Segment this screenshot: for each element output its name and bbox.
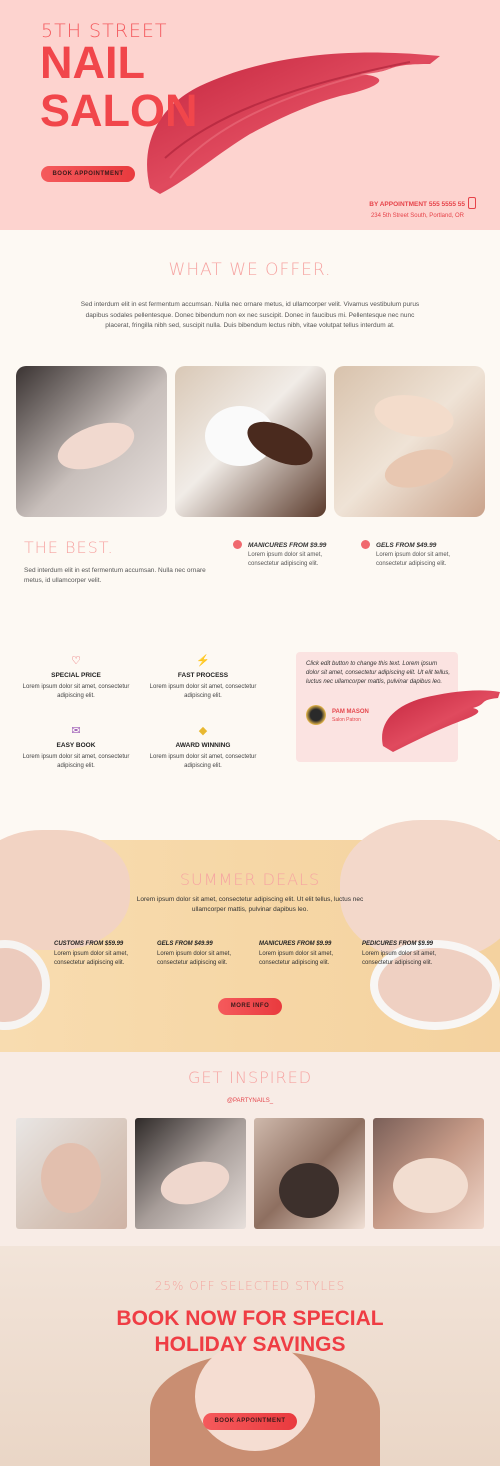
feature-easy-book: ✉ EASY BOOK Lorem ipsum dolor sit amet, … <box>16 724 136 771</box>
heart-icon: ♡ <box>71 655 81 667</box>
testimonial-role: Salon Patron <box>332 717 361 723</box>
feature-title: AWARD WINNING <box>175 742 231 749</box>
feature-title: FAST PROCESS <box>177 672 229 679</box>
instagram-photo[interactable] <box>254 1118 365 1229</box>
feature-special-price: ♡ SPECIAL PRICE Lorem ipsum dolor sit am… <box>16 654 136 701</box>
feature-text: Lorem ipsum dolor sit amet, consectetur … <box>149 684 257 699</box>
manicure-photo-2 <box>175 366 326 517</box>
feature-text: Lorem ipsum dolor sit amet, consectetur … <box>22 684 130 699</box>
instagram-photo[interactable] <box>373 1118 484 1229</box>
best-item-title: MANICURES FROM $9.99 <box>248 542 327 549</box>
envelope-icon: ✉ <box>71 725 81 737</box>
deal-title: MANICURES FROM $9.99 <box>259 941 332 947</box>
deal-title: GELS FROM $49.99 <box>157 941 213 947</box>
inspired-heading: GET INSPIRED <box>187 1068 313 1087</box>
best-item-title: GELS FROM $49.99 <box>376 542 437 549</box>
deal-manicures: MANICURES FROM $9.99 Lorem ipsum dolor s… <box>259 941 354 968</box>
deal-title: PEDICURES FROM $9.99 <box>362 941 434 947</box>
manicure-photo-1 <box>16 366 167 517</box>
deal-text: Lorem ipsum dolor sit amet, consectetur … <box>157 951 232 966</box>
more-info-button[interactable]: MORE INFO <box>218 998 282 1015</box>
diamond-icon: ◆ <box>198 725 208 737</box>
instagram-handle-link[interactable]: @PARTYNAILS_ <box>0 1098 500 1104</box>
feature-fast-process: ⚡ FAST PROCESS Lorem ipsum dolor sit ame… <box>143 654 263 701</box>
deal-pedicures: PEDICURES FROM $9.99 Lorem ipsum dolor s… <box>362 941 457 968</box>
offer-description: Sed interdum elit in est fermentum accum… <box>80 301 420 329</box>
book-appointment-button[interactable]: BOOK APPOINTMENT <box>41 166 135 182</box>
bullet-icon <box>233 540 242 549</box>
deal-text: Lorem ipsum dolor sit amet, consectetur … <box>362 951 437 966</box>
phone-icon <box>468 197 476 209</box>
summer-heading: SUMMER DEALS <box>179 870 321 889</box>
brush-stroke-graphic <box>382 690 500 752</box>
feature-title: SPECIAL PRICE <box>51 672 101 679</box>
hero-title-line2: SALON <box>40 85 198 136</box>
instagram-photo[interactable] <box>16 1118 127 1229</box>
instagram-photo[interactable] <box>135 1118 246 1229</box>
hero-section: 5TH STREET NAIL SALON BOOK APPOINTMENT B… <box>0 0 500 230</box>
deal-text: Lorem ipsum dolor sit amet, consectetur … <box>54 951 129 966</box>
feature-title: EASY BOOK <box>56 742 96 749</box>
book-appointment-button-bottom[interactable]: BOOK APPOINTMENT <box>203 1413 297 1430</box>
testimonial-name: PAM MASON <box>332 709 369 715</box>
best-description: Sed interdum elit in est fermentum accum… <box>24 567 206 584</box>
booking-title: BOOK NOW FOR SPECIAL HOLIDAY SAVINGS <box>116 1307 384 1356</box>
deal-gels: GELS FROM $49.99 Lorem ipsum dolor sit a… <box>157 941 252 968</box>
feature-text: Lorem ipsum dolor sit amet, consectetur … <box>149 754 257 769</box>
booking-subtitle: 25% OFF SELECTED STYLES <box>154 1279 346 1293</box>
lightning-icon: ⚡ <box>196 655 210 667</box>
best-heading: THE BEST. <box>24 538 114 557</box>
best-item-text: Lorem ipsum dolor sit amet, consectetur … <box>376 552 451 567</box>
manicure-photo-3 <box>334 366 485 517</box>
hero-title-line1: NAIL <box>40 37 145 88</box>
deal-text: Lorem ipsum dolor sit amet, consectetur … <box>259 951 334 966</box>
avatar <box>306 705 326 725</box>
best-item-text: Lorem ipsum dolor sit amet, consectetur … <box>248 552 323 567</box>
offer-heading: WHAT WE OFFER. <box>168 260 332 280</box>
salon-address: 234 5th Street South, Portland, OR <box>370 213 464 219</box>
deal-title: CUSTOMS FROM $59.99 <box>54 941 124 947</box>
feature-text: Lorem ipsum dolor sit amet, consectetur … <box>22 754 130 769</box>
summer-description: Lorem ipsum dolor sit amet, consectetur … <box>136 896 364 913</box>
feature-award-winning: ◆ AWARD WINNING Lorem ipsum dolor sit am… <box>143 724 263 771</box>
appointment-phone[interactable]: BY APPOINTMENT 555 5555 55 <box>330 201 465 208</box>
testimonial-quote: Click edit button to change this text. L… <box>306 661 451 685</box>
bullet-icon <box>361 540 370 549</box>
deal-customs: CUSTOMS FROM $59.99 Lorem ipsum dolor si… <box>54 941 149 968</box>
